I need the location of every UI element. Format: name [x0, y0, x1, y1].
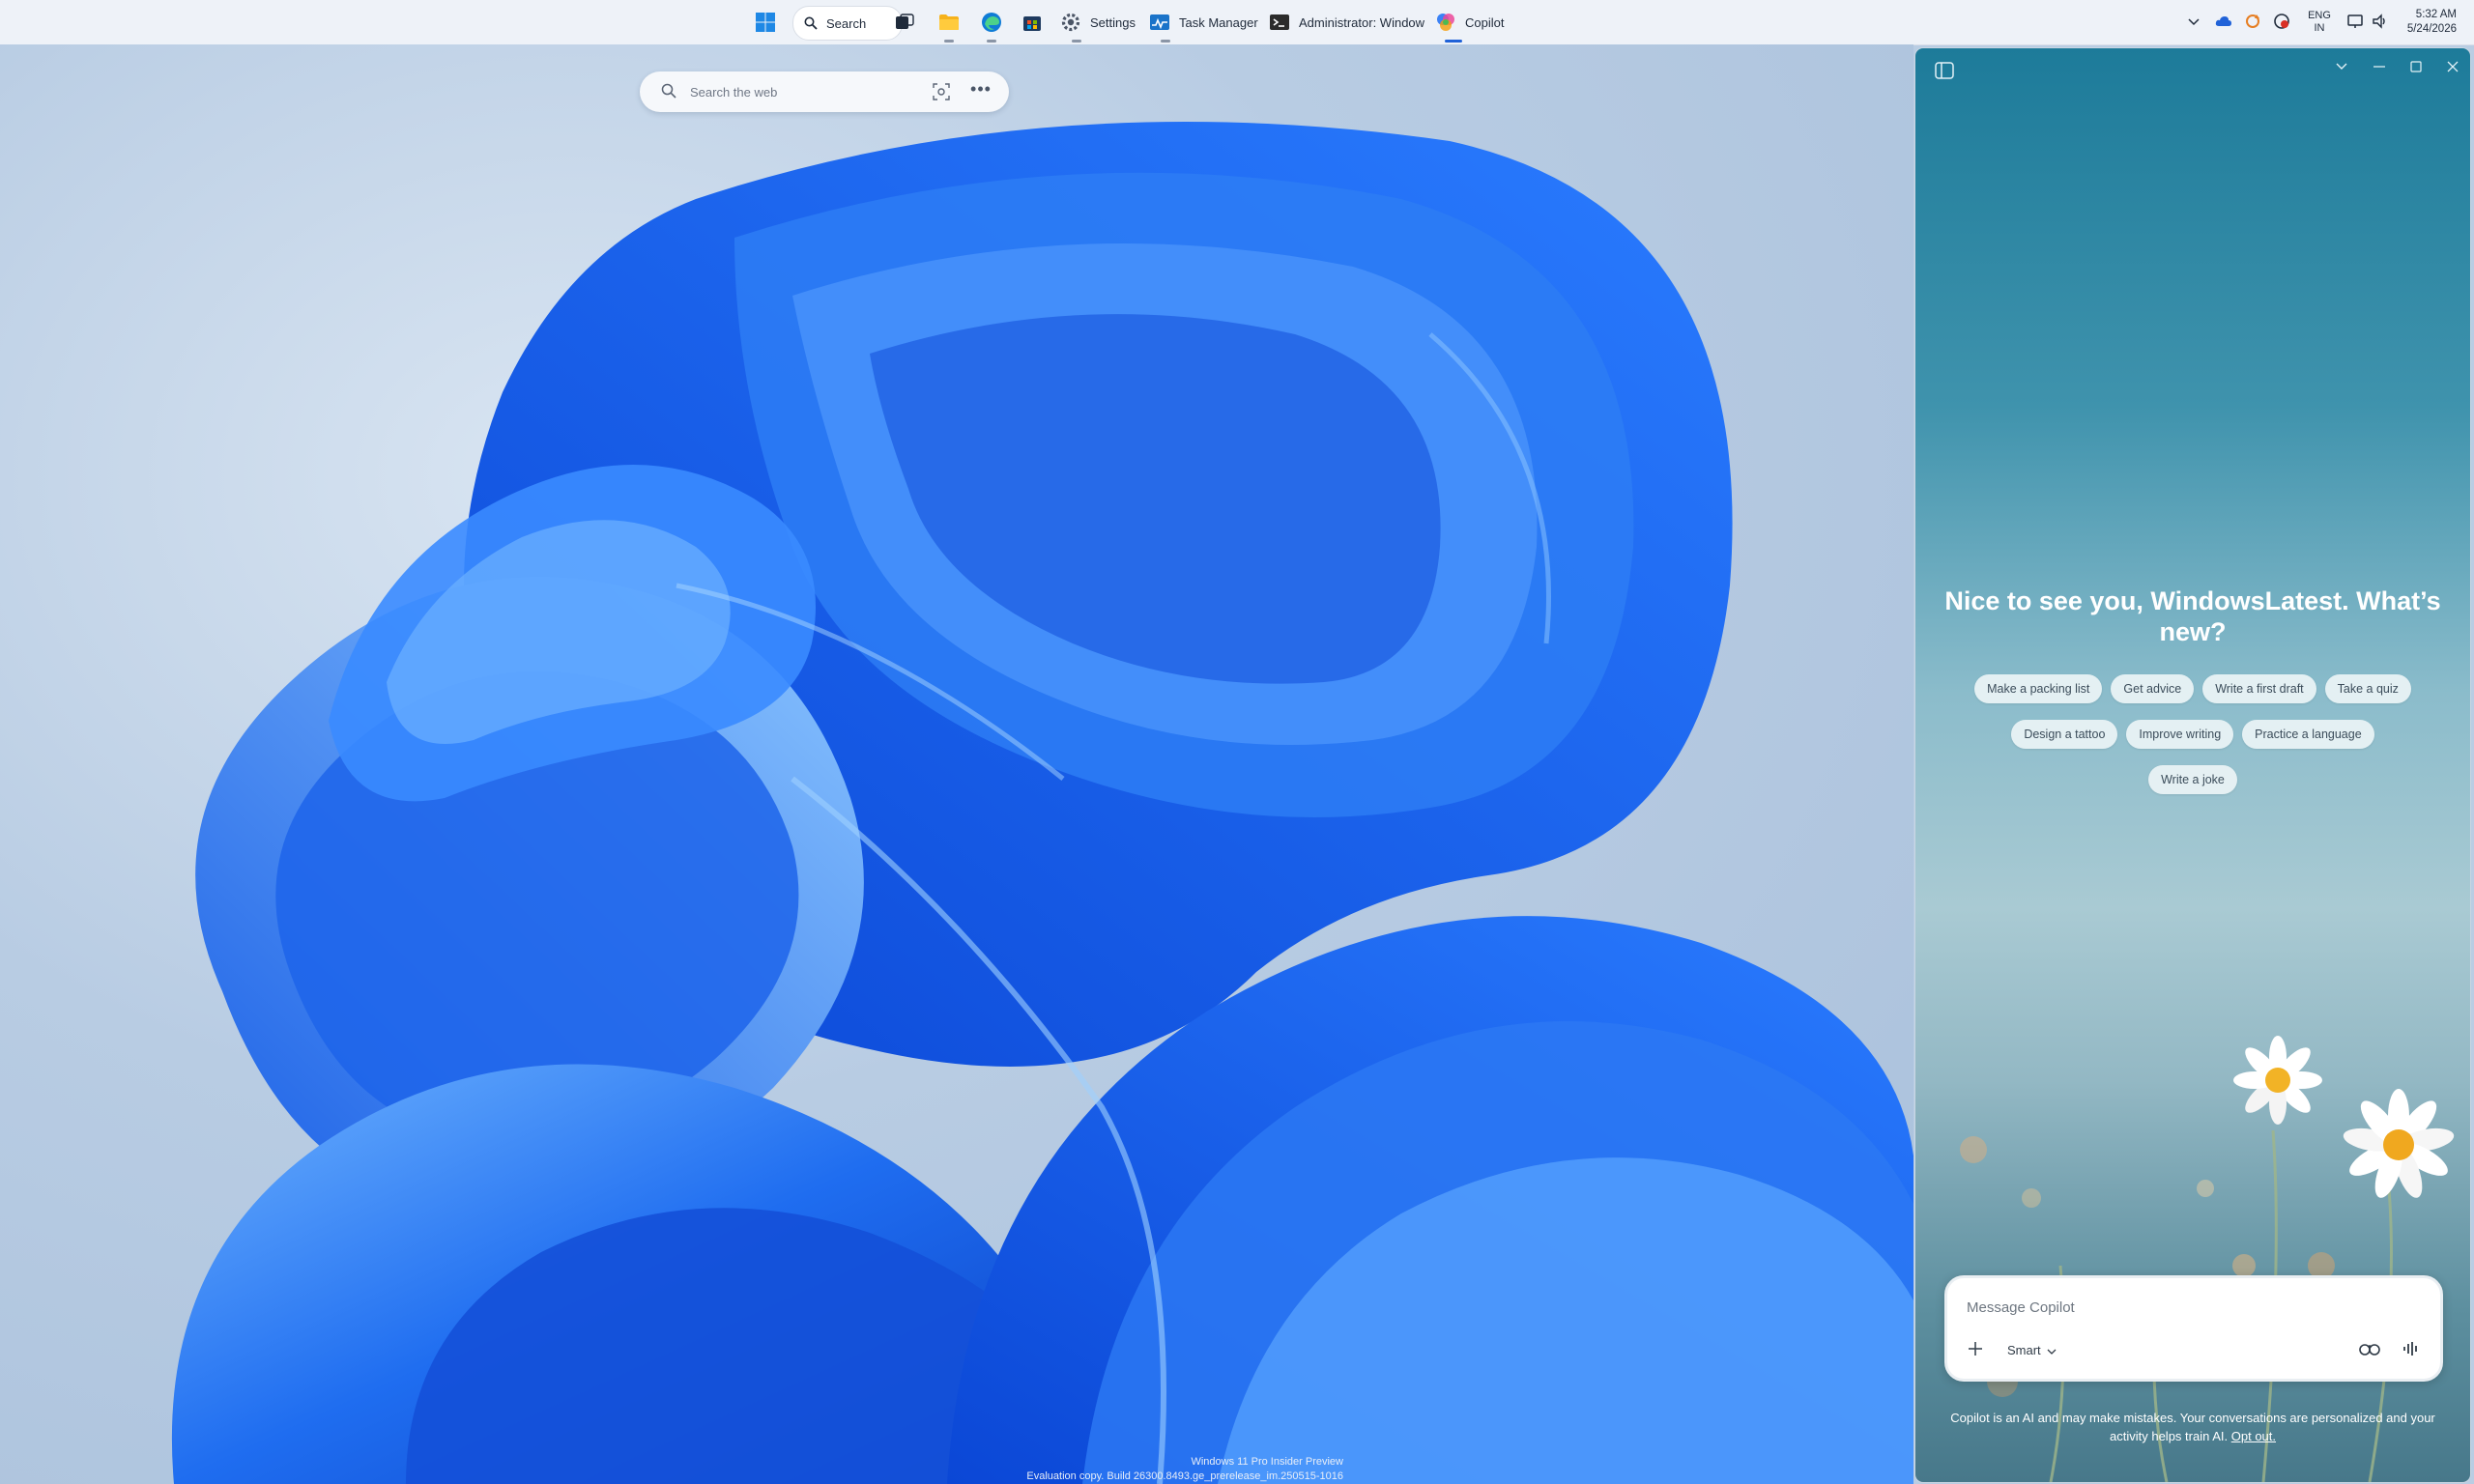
windows-logo-icon — [754, 11, 777, 34]
message-composer: Smart — [1944, 1275, 2443, 1382]
search-icon — [661, 83, 678, 100]
clock-date: 5/24/2026 — [2406, 23, 2457, 35]
suggestion-chip[interactable]: Write a first draft — [2202, 674, 2316, 703]
terminal-taskbar-button[interactable]: Administrator: Window — [1262, 6, 1430, 39]
running-indicator — [987, 40, 996, 43]
store-button[interactable] — [1015, 6, 1050, 39]
security-icon — [2273, 13, 2290, 33]
minimize-button[interactable] — [2369, 56, 2390, 77]
voice-input-icon[interactable] — [2398, 1336, 2423, 1361]
tray-security-button[interactable] — [2271, 6, 2292, 39]
copilot-greeting: Nice to see you, WindowsLatest. What’s n… — [1944, 586, 2441, 646]
running-indicator — [1161, 40, 1170, 43]
close-button[interactable] — [2442, 56, 2463, 77]
running-indicator — [944, 40, 954, 43]
web-search-placeholder[interactable]: Search the web — [690, 85, 932, 100]
chevron-up-icon — [2188, 15, 2200, 29]
clock-time: 5:32 AM — [2415, 9, 2457, 20]
suggestion-chip[interactable]: Design a tattoo — [2011, 720, 2118, 749]
maximize-button[interactable] — [2405, 56, 2427, 77]
task-manager-taskbar-label: Task Manager — [1179, 14, 1258, 30]
suggestion-chip[interactable]: Get advice — [2111, 674, 2195, 703]
show-hidden-icons-button[interactable] — [2184, 6, 2203, 39]
flower-background-image — [1960, 1036, 2455, 1482]
suggestion-row-1: Make a packing list Get advice Write a f… — [1915, 674, 2470, 703]
gear-icon — [1059, 11, 1082, 34]
tray-update-button[interactable] — [2242, 6, 2263, 39]
cloud-icon — [2215, 14, 2232, 31]
chevron-down-icon[interactable] — [2331, 56, 2352, 77]
windows-bloom-wallpaper-image — [171, 122, 1913, 1484]
suggestion-row-3: Write a joke — [1915, 765, 2470, 794]
terminal-icon — [1268, 11, 1291, 34]
copilot-taskbar-button[interactable]: Copilot — [1428, 6, 1510, 43]
language-indicator[interactable]: ENG IN — [2304, 6, 2335, 39]
web-search-box[interactable]: Search the web ••• — [640, 71, 1009, 112]
suggestion-chip[interactable]: Make a packing list — [1974, 674, 2103, 703]
active-indicator — [1445, 40, 1462, 43]
mode-selector[interactable]: Smart — [2001, 1338, 2062, 1361]
taskbar-search-label: Search — [826, 15, 867, 31]
disclaimer-text: Copilot is an AI and may make mistakes. … — [1950, 1411, 2435, 1443]
settings-taskbar-button[interactable]: Settings — [1053, 6, 1141, 43]
copilot-icon — [1434, 11, 1457, 34]
file-explorer-button[interactable] — [932, 6, 966, 43]
suggestion-row-2: Design a tattoo Improve writing Practice… — [1915, 720, 2470, 749]
tray-onedrive-button[interactable] — [2213, 6, 2234, 39]
copilot-taskbar-label: Copilot — [1465, 14, 1505, 30]
watermark-line-1: Windows 11 Pro Insider Preview — [1191, 1456, 1343, 1468]
start-button[interactable] — [748, 6, 783, 39]
search-icon — [803, 15, 819, 31]
copilot-window: Nice to see you, WindowsLatest. What’s n… — [1915, 48, 2470, 1482]
add-attachment-icon[interactable] — [1963, 1336, 1988, 1361]
tray-volume-button[interactable] — [2370, 6, 2391, 39]
suggestion-chip[interactable]: Improve writing — [2126, 720, 2234, 749]
language-code: ENG — [2308, 10, 2331, 21]
vision-glasses-icon[interactable] — [2357, 1336, 2382, 1361]
desktop-wallpaper: Windows 11 Pro Insider Preview Evaluatio… — [0, 44, 1913, 1484]
message-input[interactable] — [1965, 1294, 2423, 1321]
tray-network-button[interactable] — [2345, 6, 2366, 39]
running-indicator — [1072, 40, 1081, 43]
network-icon — [2346, 14, 2364, 32]
edge-icon — [980, 11, 1003, 34]
mode-label: Smart — [2007, 1342, 2041, 1357]
folder-icon — [937, 11, 961, 34]
clock[interactable]: 5:32 AM 5/24/2026 — [2397, 6, 2457, 39]
settings-taskbar-label: Settings — [1090, 14, 1136, 30]
volume-icon — [2372, 13, 2389, 32]
store-icon — [1021, 11, 1044, 34]
sidebar-toggle-icon[interactable] — [1935, 62, 1954, 79]
update-icon — [2244, 13, 2261, 33]
task-manager-taskbar-button[interactable]: Task Manager — [1142, 6, 1264, 43]
watermark-line-2: Evaluation copy. Build 26300.8493.ge_pre… — [1026, 1470, 1343, 1482]
suggestion-chip[interactable]: Take a quiz — [2324, 674, 2411, 703]
suggestion-chip[interactable]: Write a joke — [2148, 765, 2237, 794]
taskbar-search-button[interactable]: Search — [792, 6, 903, 41]
task-view-icon — [893, 11, 916, 34]
taskbar: Search Settings Task Manager Administrat… — [0, 0, 2474, 45]
more-options-icon[interactable]: ••• — [970, 80, 992, 101]
suggestion-chip[interactable]: Practice a language — [2242, 720, 2374, 749]
desktop-watermark: Windows 11 Pro Insider Preview Evaluatio… — [1026, 1455, 1343, 1484]
edge-button[interactable] — [974, 6, 1009, 43]
opt-out-link[interactable]: Opt out. — [2231, 1429, 2276, 1443]
copilot-titlebar — [1915, 48, 2470, 87]
terminal-taskbar-label: Administrator: Window — [1299, 14, 1425, 30]
task-view-button[interactable] — [887, 6, 922, 39]
task-manager-icon — [1148, 11, 1171, 34]
visual-search-icon[interactable] — [932, 82, 951, 101]
language-region: IN — [2314, 22, 2325, 34]
ai-disclaimer: Copilot is an AI and may make mistakes. … — [1944, 1409, 2441, 1445]
chevron-down-icon — [2047, 1343, 2057, 1357]
